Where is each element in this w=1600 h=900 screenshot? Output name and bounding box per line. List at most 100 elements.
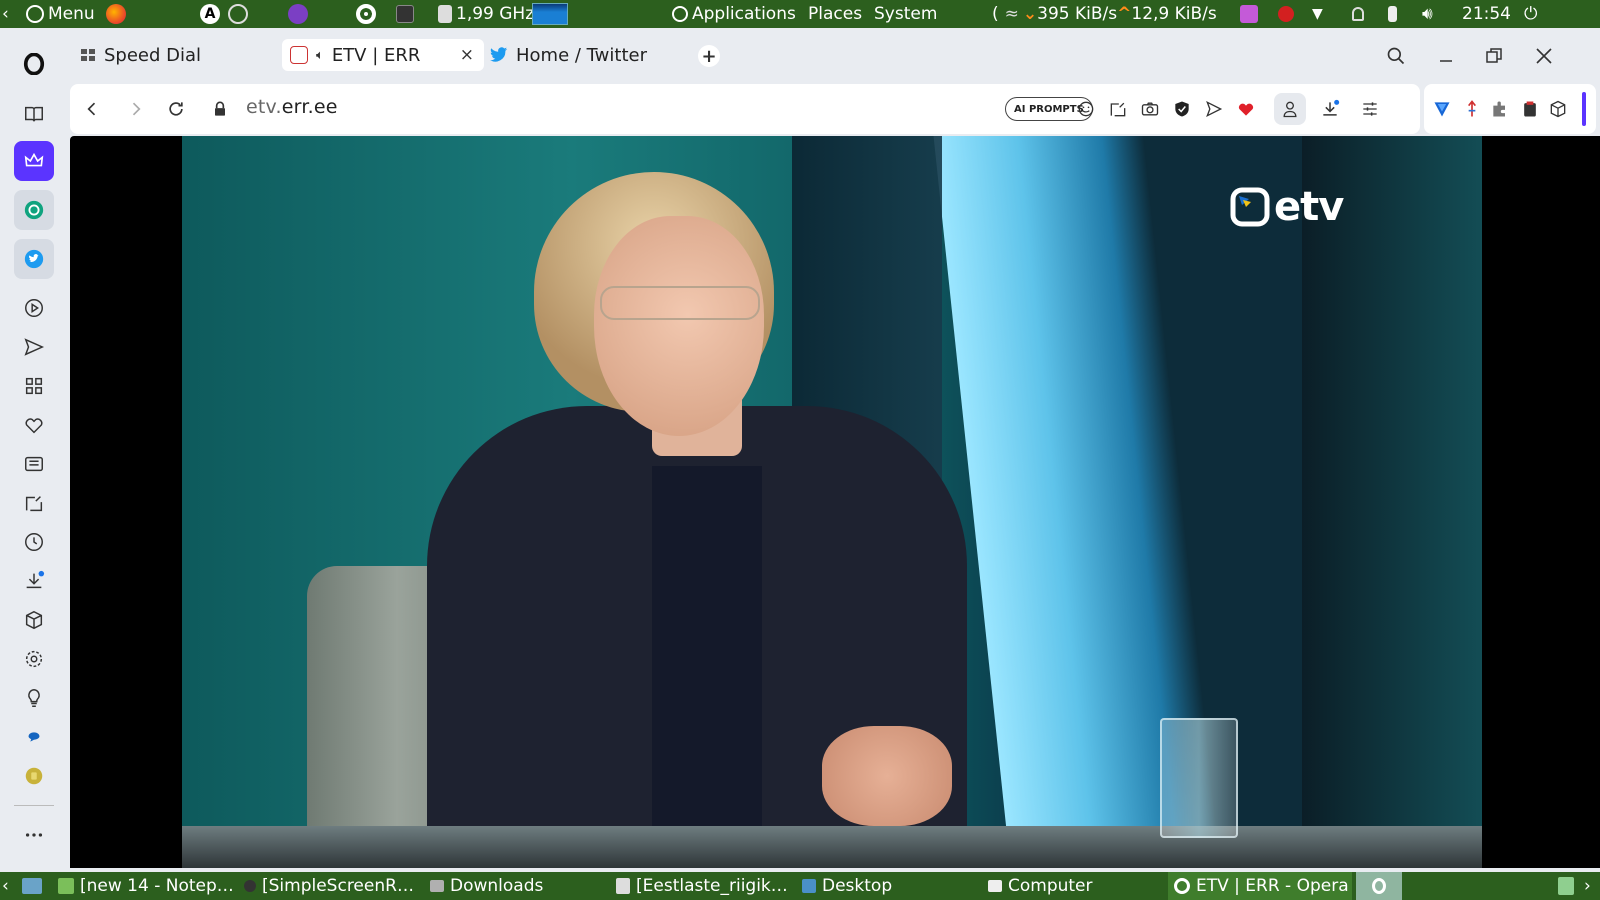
url-field[interactable]: etv.err.ee [246, 96, 338, 118]
taskbar-notepad[interactable]: [new 14 - Notep… [58, 872, 234, 900]
taskbar-eestlaste[interactable]: [Eestlaste_riigik… [616, 872, 788, 900]
opera-menu-button[interactable] [14, 44, 54, 84]
tray-battery[interactable] [1384, 0, 1401, 28]
firefox-launcher[interactable] [102, 0, 130, 28]
flow-button[interactable] [1202, 97, 1226, 121]
back-button[interactable] [80, 97, 104, 121]
taskbar-desktop[interactable]: Desktop [802, 872, 892, 900]
sidebar-history[interactable] [14, 522, 54, 562]
sidebar-extensions[interactable] [14, 600, 54, 640]
tab-speed-dial[interactable]: Speed Dial [72, 39, 268, 71]
podcast-launcher[interactable] [284, 0, 312, 28]
easy-setup-button[interactable] [1358, 97, 1382, 121]
chat-bubble-icon [28, 732, 40, 742]
presenter-face [594, 216, 764, 436]
more-dots-icon [25, 833, 43, 837]
taskbar-simplescreenrecorder[interactable]: [SimpleScreenR… [244, 872, 414, 900]
profile-button[interactable] [1274, 93, 1306, 125]
taskbar-opera[interactable]: ETV | ERR - Opera [1168, 872, 1352, 900]
tray-network[interactable]: ▼ [1312, 0, 1323, 28]
camera-icon [1141, 102, 1159, 116]
wifi-icon: ≈ [1004, 4, 1019, 24]
terminal-launcher[interactable] [392, 0, 418, 28]
sidebar-messenger[interactable] [14, 717, 54, 757]
notepad-icon [58, 878, 74, 894]
sidebar-chatgpt[interactable] [14, 190, 54, 230]
ext-vpn[interactable] [1430, 97, 1454, 121]
sidebar-tips[interactable] [14, 678, 54, 718]
taskbar-workspace-switcher[interactable] [1356, 872, 1402, 900]
tray-record[interactable] [1274, 0, 1298, 28]
sidebar-pinboard[interactable] [14, 483, 54, 523]
clock[interactable]: 21:54 [1462, 0, 1511, 28]
ext-clipboard[interactable] [1518, 97, 1542, 121]
back-arrow-icon [87, 102, 96, 116]
opera-sidebar [0, 28, 68, 870]
taskbar-left-arrow[interactable]: ‹ [2, 872, 9, 900]
opera-mini-icon [1372, 878, 1386, 894]
applications-menu[interactable]: Applications [668, 0, 796, 28]
desktop-folder-icon [802, 879, 816, 893]
a-launcher[interactable]: A [196, 0, 224, 28]
settings-launcher[interactable] [224, 0, 252, 28]
places-menu[interactable]: Places [808, 0, 862, 28]
trash-icon [1558, 877, 1574, 895]
tray-notifications[interactable] [1348, 0, 1368, 28]
power-button[interactable]: ⏻ [1524, 0, 1537, 28]
ext-puzzle[interactable] [1488, 97, 1512, 121]
wallet-icon [25, 767, 43, 785]
downloads-button[interactable] [1318, 97, 1342, 121]
tab-etv-err[interactable]: 🔈︎ ETV | ERR × [282, 39, 484, 71]
pinboard-button[interactable] [1106, 97, 1130, 121]
show-desktop-button[interactable] [22, 872, 48, 900]
snapshot-button[interactable] [1138, 97, 1162, 121]
opera-taskbar-icon [1174, 878, 1190, 894]
sidebar-player[interactable] [14, 288, 54, 328]
new-tab-button[interactable]: + [698, 45, 720, 67]
document-icon [616, 878, 630, 894]
reload-button[interactable] [164, 97, 188, 121]
minimize-button[interactable] [1432, 42, 1460, 70]
adblock-button[interactable] [1170, 97, 1194, 121]
v-shield-icon [1434, 102, 1450, 117]
tab-search-button[interactable] [1382, 42, 1410, 70]
opera-launcher[interactable] [352, 0, 380, 28]
gears-icon [228, 4, 248, 24]
sidebar-bookmarks[interactable] [14, 94, 54, 134]
sidebar-settings[interactable] [14, 639, 54, 679]
menu-button[interactable]: Menu [22, 0, 95, 28]
sidebar-wallet[interactable] [14, 756, 54, 796]
record-icon [1278, 6, 1294, 22]
taskbar-right-arrow[interactable]: › [1584, 872, 1591, 900]
sidebar-news[interactable] [14, 444, 54, 484]
site-security-button[interactable] [208, 97, 232, 121]
close-window-button[interactable] [1530, 42, 1558, 70]
system-menu[interactable]: System [874, 0, 937, 28]
emoji-button[interactable] [1074, 97, 1098, 121]
my-flow-heart-button[interactable] [1234, 97, 1258, 121]
tab-twitter[interactable]: Home / Twitter [482, 39, 692, 71]
sidebar-downloads[interactable] [14, 561, 54, 601]
forward-button[interactable] [124, 97, 148, 121]
applications-icon [672, 6, 688, 22]
sidebar-more[interactable] [14, 815, 54, 855]
taskbar-computer[interactable]: Computer [988, 872, 1093, 900]
taskbar-downloads[interactable]: Downloads [430, 872, 543, 900]
tab-close-button[interactable]: × [460, 45, 474, 65]
panel-left-arrow[interactable]: ‹ [2, 0, 9, 28]
ext-cube[interactable] [1546, 97, 1570, 121]
ext-translate[interactable] [1460, 97, 1484, 121]
glasses [600, 286, 760, 320]
maximize-button[interactable] [1480, 42, 1508, 70]
sidebar-speed-dial[interactable] [14, 366, 54, 406]
puzzle-icon [1493, 101, 1505, 117]
trash-button[interactable] [1558, 872, 1580, 900]
tray-app[interactable] [1236, 0, 1262, 28]
video-player[interactable]: etv [182, 136, 1482, 868]
sidebar-flow[interactable] [14, 327, 54, 367]
sidebar-toggle-indicator[interactable] [1582, 92, 1586, 126]
sidebar-opera-premium[interactable] [14, 141, 54, 181]
tray-volume[interactable]: 🔊︎ [1422, 0, 1433, 28]
sidebar-bookmarks-heart[interactable] [14, 405, 54, 445]
sidebar-twitter[interactable] [14, 239, 54, 279]
